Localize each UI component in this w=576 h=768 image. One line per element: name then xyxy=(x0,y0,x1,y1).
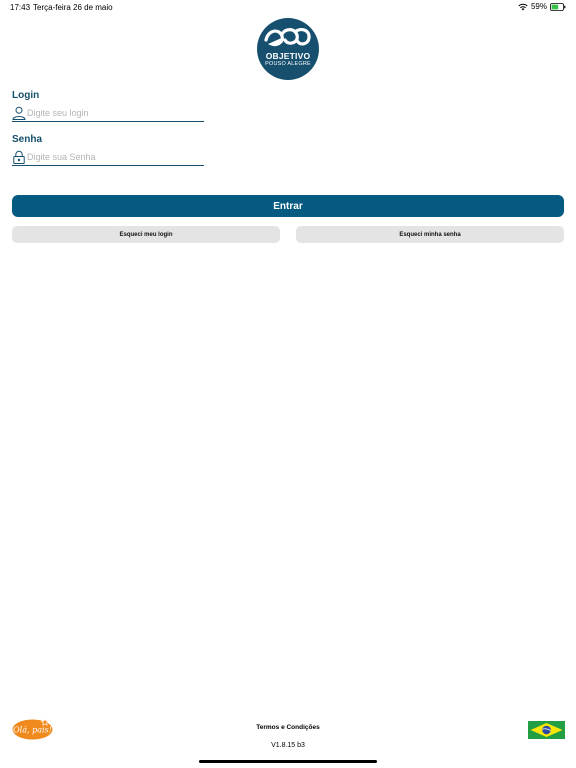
login-input[interactable] xyxy=(27,108,197,118)
logo-name: OBJETIVO xyxy=(265,51,311,61)
status-date: Terça-feira 26 de maio xyxy=(33,3,113,12)
submit-button[interactable]: Entrar xyxy=(12,195,564,217)
battery-icon xyxy=(550,2,566,11)
lock-icon xyxy=(13,150,25,164)
brazil-flag-icon[interactable] xyxy=(528,721,565,739)
password-input[interactable] xyxy=(27,152,197,162)
status-right: 59% xyxy=(518,2,566,11)
status-time: 17:43 xyxy=(10,3,31,12)
logo-city: POUSO ALEGRE xyxy=(265,61,311,67)
battery-percent: 59% xyxy=(530,2,547,11)
password-label: Senha xyxy=(12,134,43,145)
user-icon xyxy=(12,106,26,120)
forgot-password-button[interactable]: Esqueci minha senha xyxy=(296,226,564,243)
login-field[interactable] xyxy=(12,105,204,122)
wifi-icon xyxy=(518,3,528,10)
school-logo: OBJETIVO POUSO ALEGRE xyxy=(257,18,319,80)
logo-emblem-icon xyxy=(264,27,311,47)
home-indicator xyxy=(199,760,377,763)
login-label: Login xyxy=(12,90,40,101)
terms-link[interactable]: Termos e Condições xyxy=(0,724,576,731)
status-bar: 17:43 Terça-feira 26 de maio 59% xyxy=(0,0,576,14)
password-field[interactable] xyxy=(12,149,204,166)
forgot-login-button[interactable]: Esqueci meu login xyxy=(12,226,280,243)
app-version: V1.8.15 b3 xyxy=(271,742,305,749)
